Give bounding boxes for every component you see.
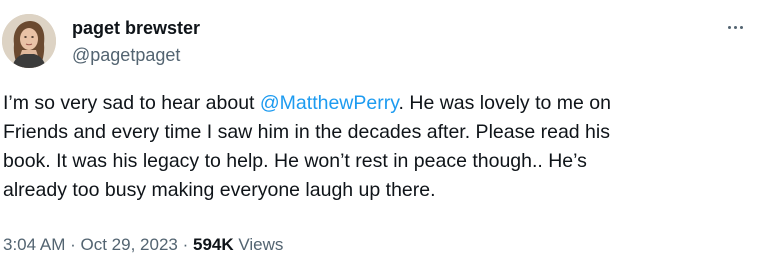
tweet-date[interactable]: Oct 29, 2023 — [81, 235, 178, 254]
author-handle[interactable]: @pagetpaget — [72, 44, 180, 66]
tweet-text-segment: I’m so very sad to hear about — [3, 92, 260, 114]
tweet-text-line: already too busy making everyone laugh u… — [3, 179, 436, 201]
meta-separator: · — [70, 235, 76, 254]
tweet-meta: 3:04 AM · Oct 29, 2023 · 594K Views — [3, 234, 283, 256]
tweet-text-segment: . He was lovely to me on — [398, 92, 611, 114]
author-display-name[interactable]: paget brewster — [72, 17, 200, 39]
meta-separator: · — [182, 235, 189, 254]
views-label: Views — [238, 235, 284, 254]
tweet-time[interactable]: 3:04 AM — [3, 235, 65, 254]
mention-link[interactable]: @MatthewPerry — [260, 92, 399, 114]
views-count: 594K — [193, 235, 234, 254]
tweet-text: I’m so very sad to hear about @MatthewPe… — [3, 89, 763, 205]
user-avatar-photo-icon — [2, 14, 56, 68]
more-options-button[interactable] — [720, 16, 750, 38]
tweet-text-line: Friends and every time I saw him in the … — [3, 121, 610, 143]
tweet-text-line: I’m so very sad to hear about @MatthewPe… — [3, 89, 763, 118]
tweet-text-line: book. It was his legacy to help. He won’… — [3, 150, 587, 172]
tweet-card: paget brewster @pagetpaget I’m so very s… — [0, 0, 767, 273]
avatar[interactable] — [2, 14, 56, 68]
more-horizontal-icon — [727, 25, 743, 29]
